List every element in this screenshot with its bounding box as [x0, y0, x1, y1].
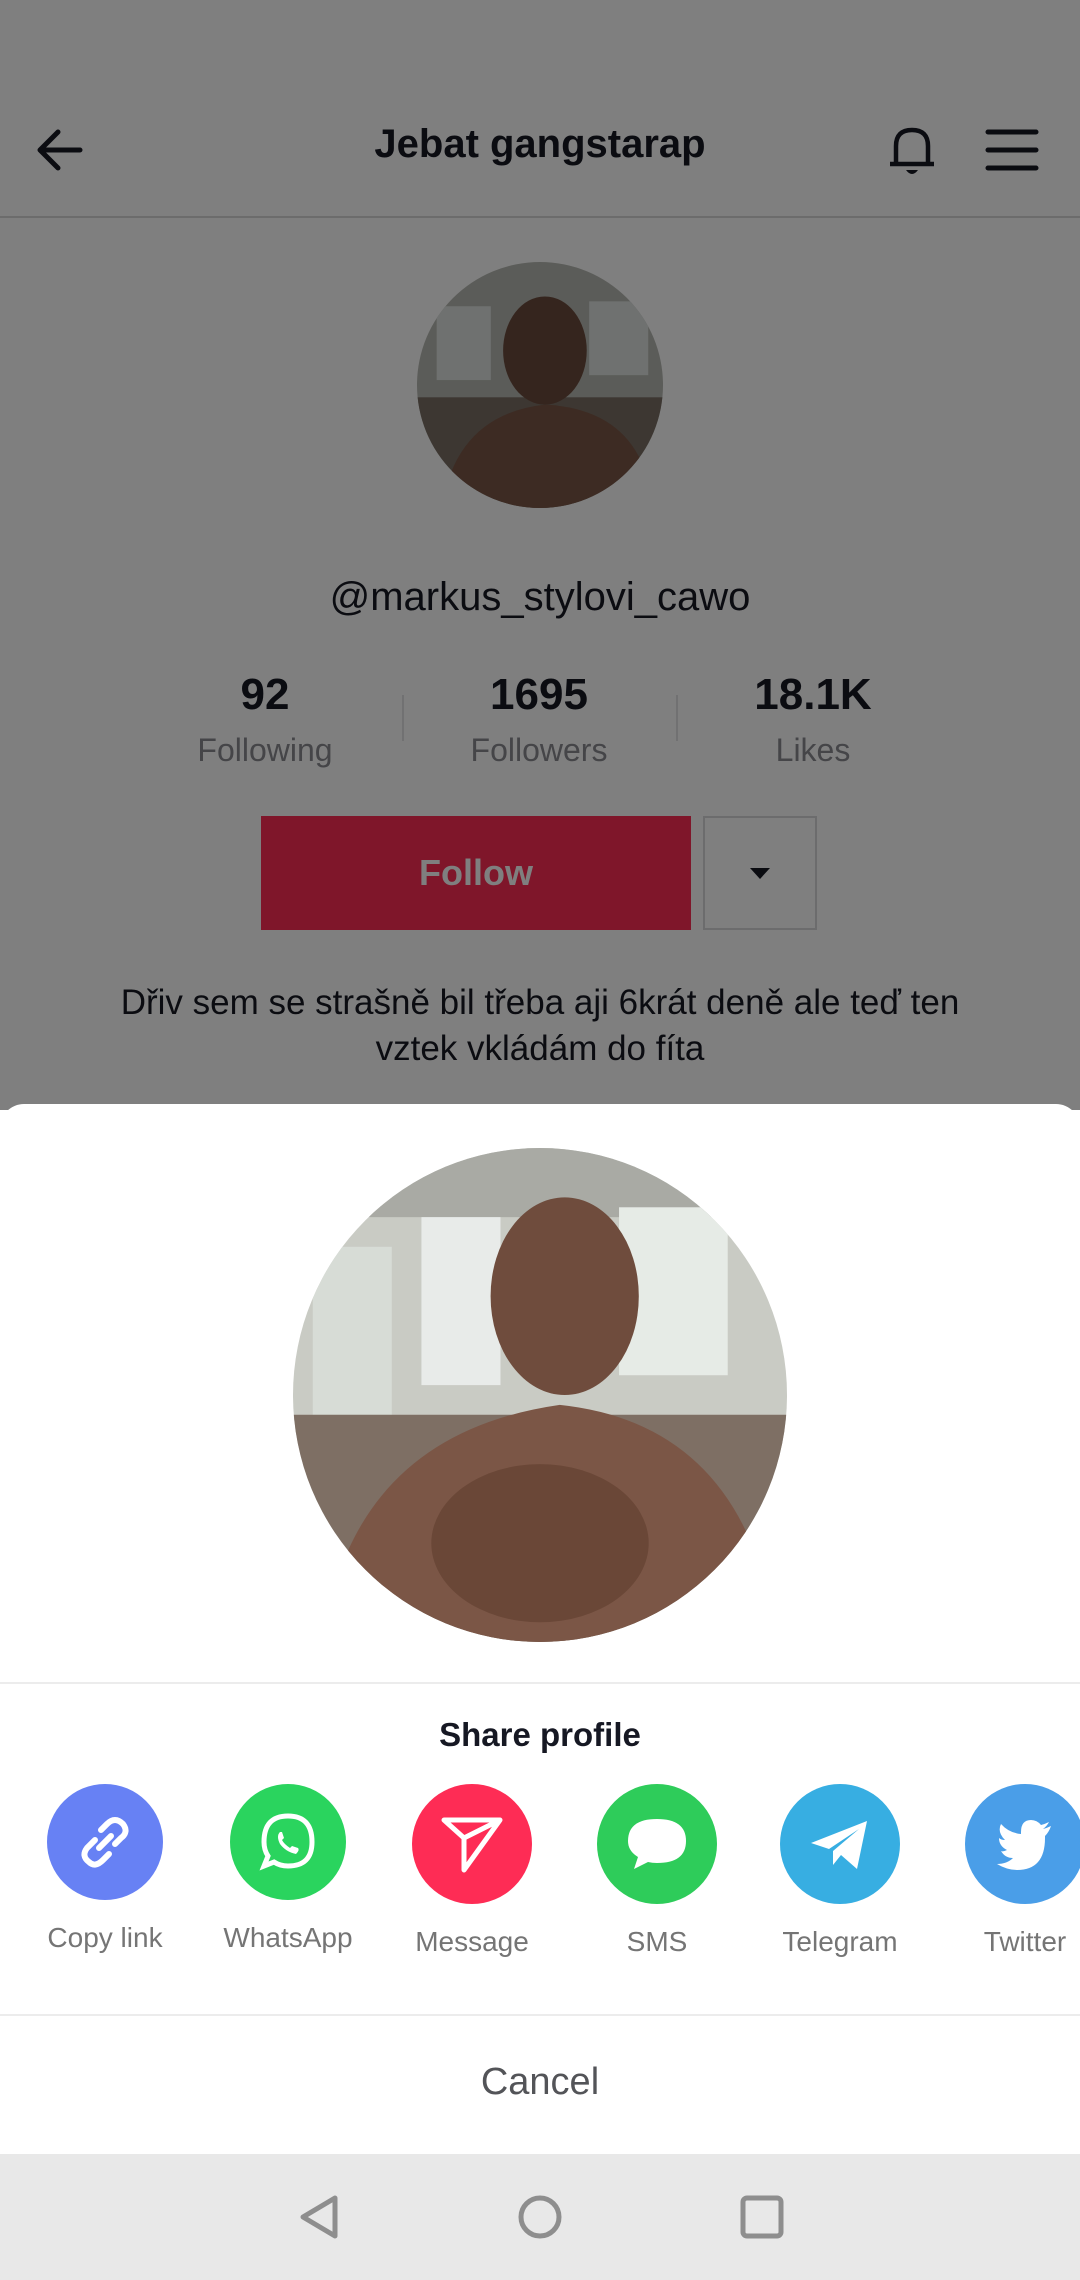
cancel-button[interactable]: Cancel	[0, 2061, 1080, 2104]
share-whatsapp[interactable]: WhatsApp	[198, 1784, 378, 1954]
share-sms[interactable]: SMS	[567, 1784, 747, 1958]
share-title: Share profile	[439, 1716, 641, 1753]
telegram-icon	[780, 1784, 900, 1904]
sheet-divider	[0, 1682, 1080, 1684]
nav-home-icon[interactable]	[515, 2192, 565, 2242]
twitter-icon	[965, 1784, 1080, 1904]
share-sheet: Share profile Copy link WhatsApp Message…	[0, 1104, 1080, 2154]
avatar-photo-large	[293, 1148, 787, 1642]
nav-recents-icon[interactable]	[737, 2192, 787, 2242]
link-icon	[47, 1784, 163, 1900]
share-label: Message	[415, 1926, 529, 1957]
share-twitter[interactable]: Twitter	[935, 1784, 1080, 1958]
share-telegram[interactable]: Telegram	[750, 1784, 930, 1958]
nav-back-icon[interactable]	[295, 2192, 345, 2242]
share-label: WhatsApp	[223, 1922, 353, 1953]
share-label: SMS	[626, 1926, 688, 1957]
system-nav-bar	[0, 2154, 1080, 2280]
share-label: Telegram	[782, 1926, 898, 1957]
share-copy-link[interactable]: Copy link	[15, 1784, 195, 1954]
share-message[interactable]: Message	[382, 1784, 562, 1958]
send-icon	[412, 1784, 532, 1904]
share-avatar	[293, 1148, 787, 1642]
modal-overlay[interactable]	[0, 0, 1080, 1110]
whatsapp-icon	[230, 1784, 346, 1900]
share-label: Copy link	[47, 1922, 163, 1953]
chat-bubble-icon	[597, 1784, 717, 1904]
share-label: Twitter	[983, 1926, 1067, 1957]
sheet-divider	[0, 2014, 1080, 2016]
